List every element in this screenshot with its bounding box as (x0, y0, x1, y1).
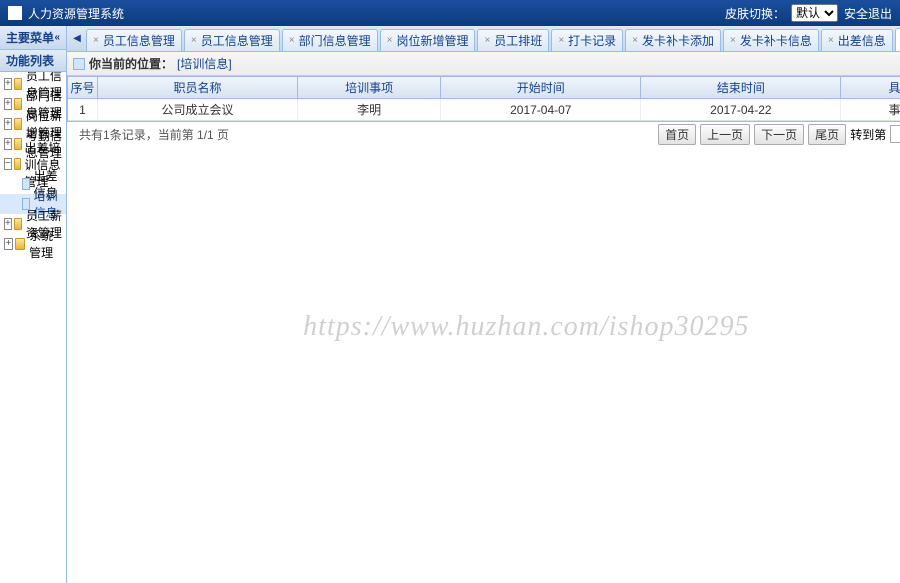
table-body: 1公司成立会议李明2017-04-072017-04-22事项…… (68, 99, 900, 121)
tab[interactable]: × 部门信息管理 (282, 29, 378, 51)
tab-label: 发卡补卡添加 (642, 32, 714, 49)
tab-close-icon[interactable]: × (289, 35, 295, 46)
location-value: [培训信息] (177, 55, 232, 72)
header-right: 皮肤切换： 默认 安全退出 (725, 4, 892, 22)
tab-scroll-left-icon[interactable]: ◀ (69, 33, 85, 44)
tab[interactable]: × 员工排班 (477, 29, 549, 51)
column-header[interactable]: 序号 (68, 77, 98, 98)
table-cell: 2017-04-07 (441, 99, 641, 120)
tab[interactable]: ×培训信息 (895, 28, 900, 51)
table-cell: 2017-04-22 (641, 99, 841, 120)
collapse-icon[interactable]: − (4, 158, 12, 170)
column-header[interactable]: 结束时间 (641, 77, 841, 98)
pager-goto-prefix: 转到第 (850, 126, 886, 143)
file-icon (22, 178, 30, 190)
watermark: https://www.huzhan.com/ishop30295 (303, 311, 749, 343)
pager-goto-input[interactable] (890, 125, 900, 143)
tab-close-icon[interactable]: × (484, 35, 490, 46)
pager: 共有1条记录，当前第 1/1 页 首页 上一页 下一页 尾页 转到第 页 ➥ 转 (67, 122, 900, 146)
pager-info: 共有1条记录，当前第 1/1 页 (79, 126, 229, 143)
tabs-bar: ◀ ×员工信息管理×员工信息管理×部门信息管理×岗位新增管理×员工排班×打卡记录… (67, 26, 900, 52)
folder-icon (14, 158, 21, 170)
location-bar: 你当前的位置： [培训信息] (67, 52, 900, 76)
main: 主要菜单 « 功能列表 +员工信息管理+部门信息管理+岗位新增管理+考勤信息管理… (0, 26, 900, 583)
tab-close-icon[interactable]: × (387, 35, 393, 46)
expand-icon[interactable]: + (4, 118, 12, 130)
folder-icon (15, 238, 25, 250)
tab-close-icon[interactable]: × (558, 35, 564, 46)
folder-icon (14, 118, 22, 130)
tab[interactable]: × 出差信息 (821, 29, 893, 51)
tab[interactable]: × 发卡补卡信息 (723, 29, 819, 51)
tab-label: 部门信息管理 (299, 32, 371, 49)
app-header: 人力资源管理系统 皮肤切换： 默认 安全退出 (0, 0, 900, 26)
folder-icon (14, 218, 22, 230)
skin-label: 皮肤切换： (725, 5, 785, 22)
tree-label: 系统管理 (29, 227, 62, 261)
expand-icon[interactable]: + (4, 238, 13, 250)
data-table: 序号职员名称培训事项开始时间结束时间具体内容 1公司成立会议李明2017-04-… (67, 76, 900, 122)
column-header[interactable]: 开始时间 (441, 77, 641, 98)
pager-last-button[interactable]: 尾页 (808, 124, 846, 145)
tab-close-icon[interactable]: × (191, 35, 197, 46)
tab-close-icon[interactable]: × (828, 35, 834, 46)
column-header[interactable]: 具体内容 (841, 77, 900, 98)
tab-close-icon[interactable]: × (632, 35, 638, 46)
tree-branch[interactable]: +系统管理 (0, 234, 66, 254)
table-cell: 事项…… (841, 99, 900, 120)
tabs-inner: ×员工信息管理×员工信息管理×部门信息管理×岗位新增管理×员工排班×打卡记录×发… (85, 26, 900, 51)
expand-icon[interactable]: + (4, 78, 12, 90)
tab[interactable]: × 员工信息管理 (86, 29, 182, 51)
tab-label: 员工信息管理 (201, 32, 273, 49)
tab[interactable]: × 打卡记录 (551, 29, 623, 51)
sidebar-header: 主要菜单 « (0, 26, 66, 50)
sidebar: 主要菜单 « 功能列表 +员工信息管理+部门信息管理+岗位新增管理+考勤信息管理… (0, 26, 67, 583)
pager-prev-button[interactable]: 上一页 (700, 124, 750, 145)
table-cell: 公司成立会议 (98, 99, 298, 120)
expand-icon[interactable]: + (4, 138, 12, 150)
collapse-left-icon[interactable]: « (54, 32, 60, 43)
table-cell: 李明 (298, 99, 441, 120)
table-row[interactable]: 1公司成立会议李明2017-04-072017-04-22事项…… (68, 99, 900, 121)
column-header[interactable]: 职员名称 (98, 77, 298, 98)
tab-label: 员工信息管理 (103, 32, 175, 49)
tab-label: 岗位新增管理 (396, 32, 468, 49)
app-logo-icon (8, 6, 22, 20)
tab[interactable]: × 发卡补卡添加 (625, 29, 721, 51)
tab-label: 员工排班 (494, 32, 542, 49)
header-left: 人力资源管理系统 (8, 5, 124, 22)
tab[interactable]: × 员工信息管理 (184, 29, 280, 51)
tab[interactable]: ×岗位新增管理 (380, 29, 476, 51)
tab-close-icon[interactable]: × (730, 35, 736, 46)
folder-icon (14, 138, 22, 150)
pager-first-button[interactable]: 首页 (658, 124, 696, 145)
content: ◀ ×员工信息管理×员工信息管理×部门信息管理×岗位新增管理×员工排班×打卡记录… (67, 26, 900, 583)
app-title: 人力资源管理系统 (28, 5, 124, 22)
expand-icon[interactable]: + (4, 218, 12, 230)
sidebar-panel-title: 功能列表 (0, 50, 66, 72)
location-icon (73, 58, 85, 70)
pager-next-button[interactable]: 下一页 (754, 124, 804, 145)
folder-icon (14, 98, 22, 110)
logout-link[interactable]: 安全退出 (844, 5, 892, 22)
tab-label: 发卡补卡信息 (740, 32, 812, 49)
nav-tree: +员工信息管理+部门信息管理+岗位新增管理+考勤信息管理−出差培训信息管理出差信… (0, 72, 66, 583)
table-cell: 1 (68, 99, 98, 120)
skin-select[interactable]: 默认 (791, 4, 838, 22)
sidebar-menu-title: 主要菜单 (6, 29, 54, 46)
location-prefix: 你当前的位置： (89, 55, 173, 72)
tab-label: 打卡记录 (568, 32, 616, 49)
expand-icon[interactable]: + (4, 98, 12, 110)
tab-label: 出差信息 (838, 32, 886, 49)
folder-icon (14, 78, 22, 90)
table-header: 序号职员名称培训事项开始时间结束时间具体内容 (68, 77, 900, 99)
column-header[interactable]: 培训事项 (298, 77, 441, 98)
tab-close-icon[interactable]: × (93, 35, 99, 46)
